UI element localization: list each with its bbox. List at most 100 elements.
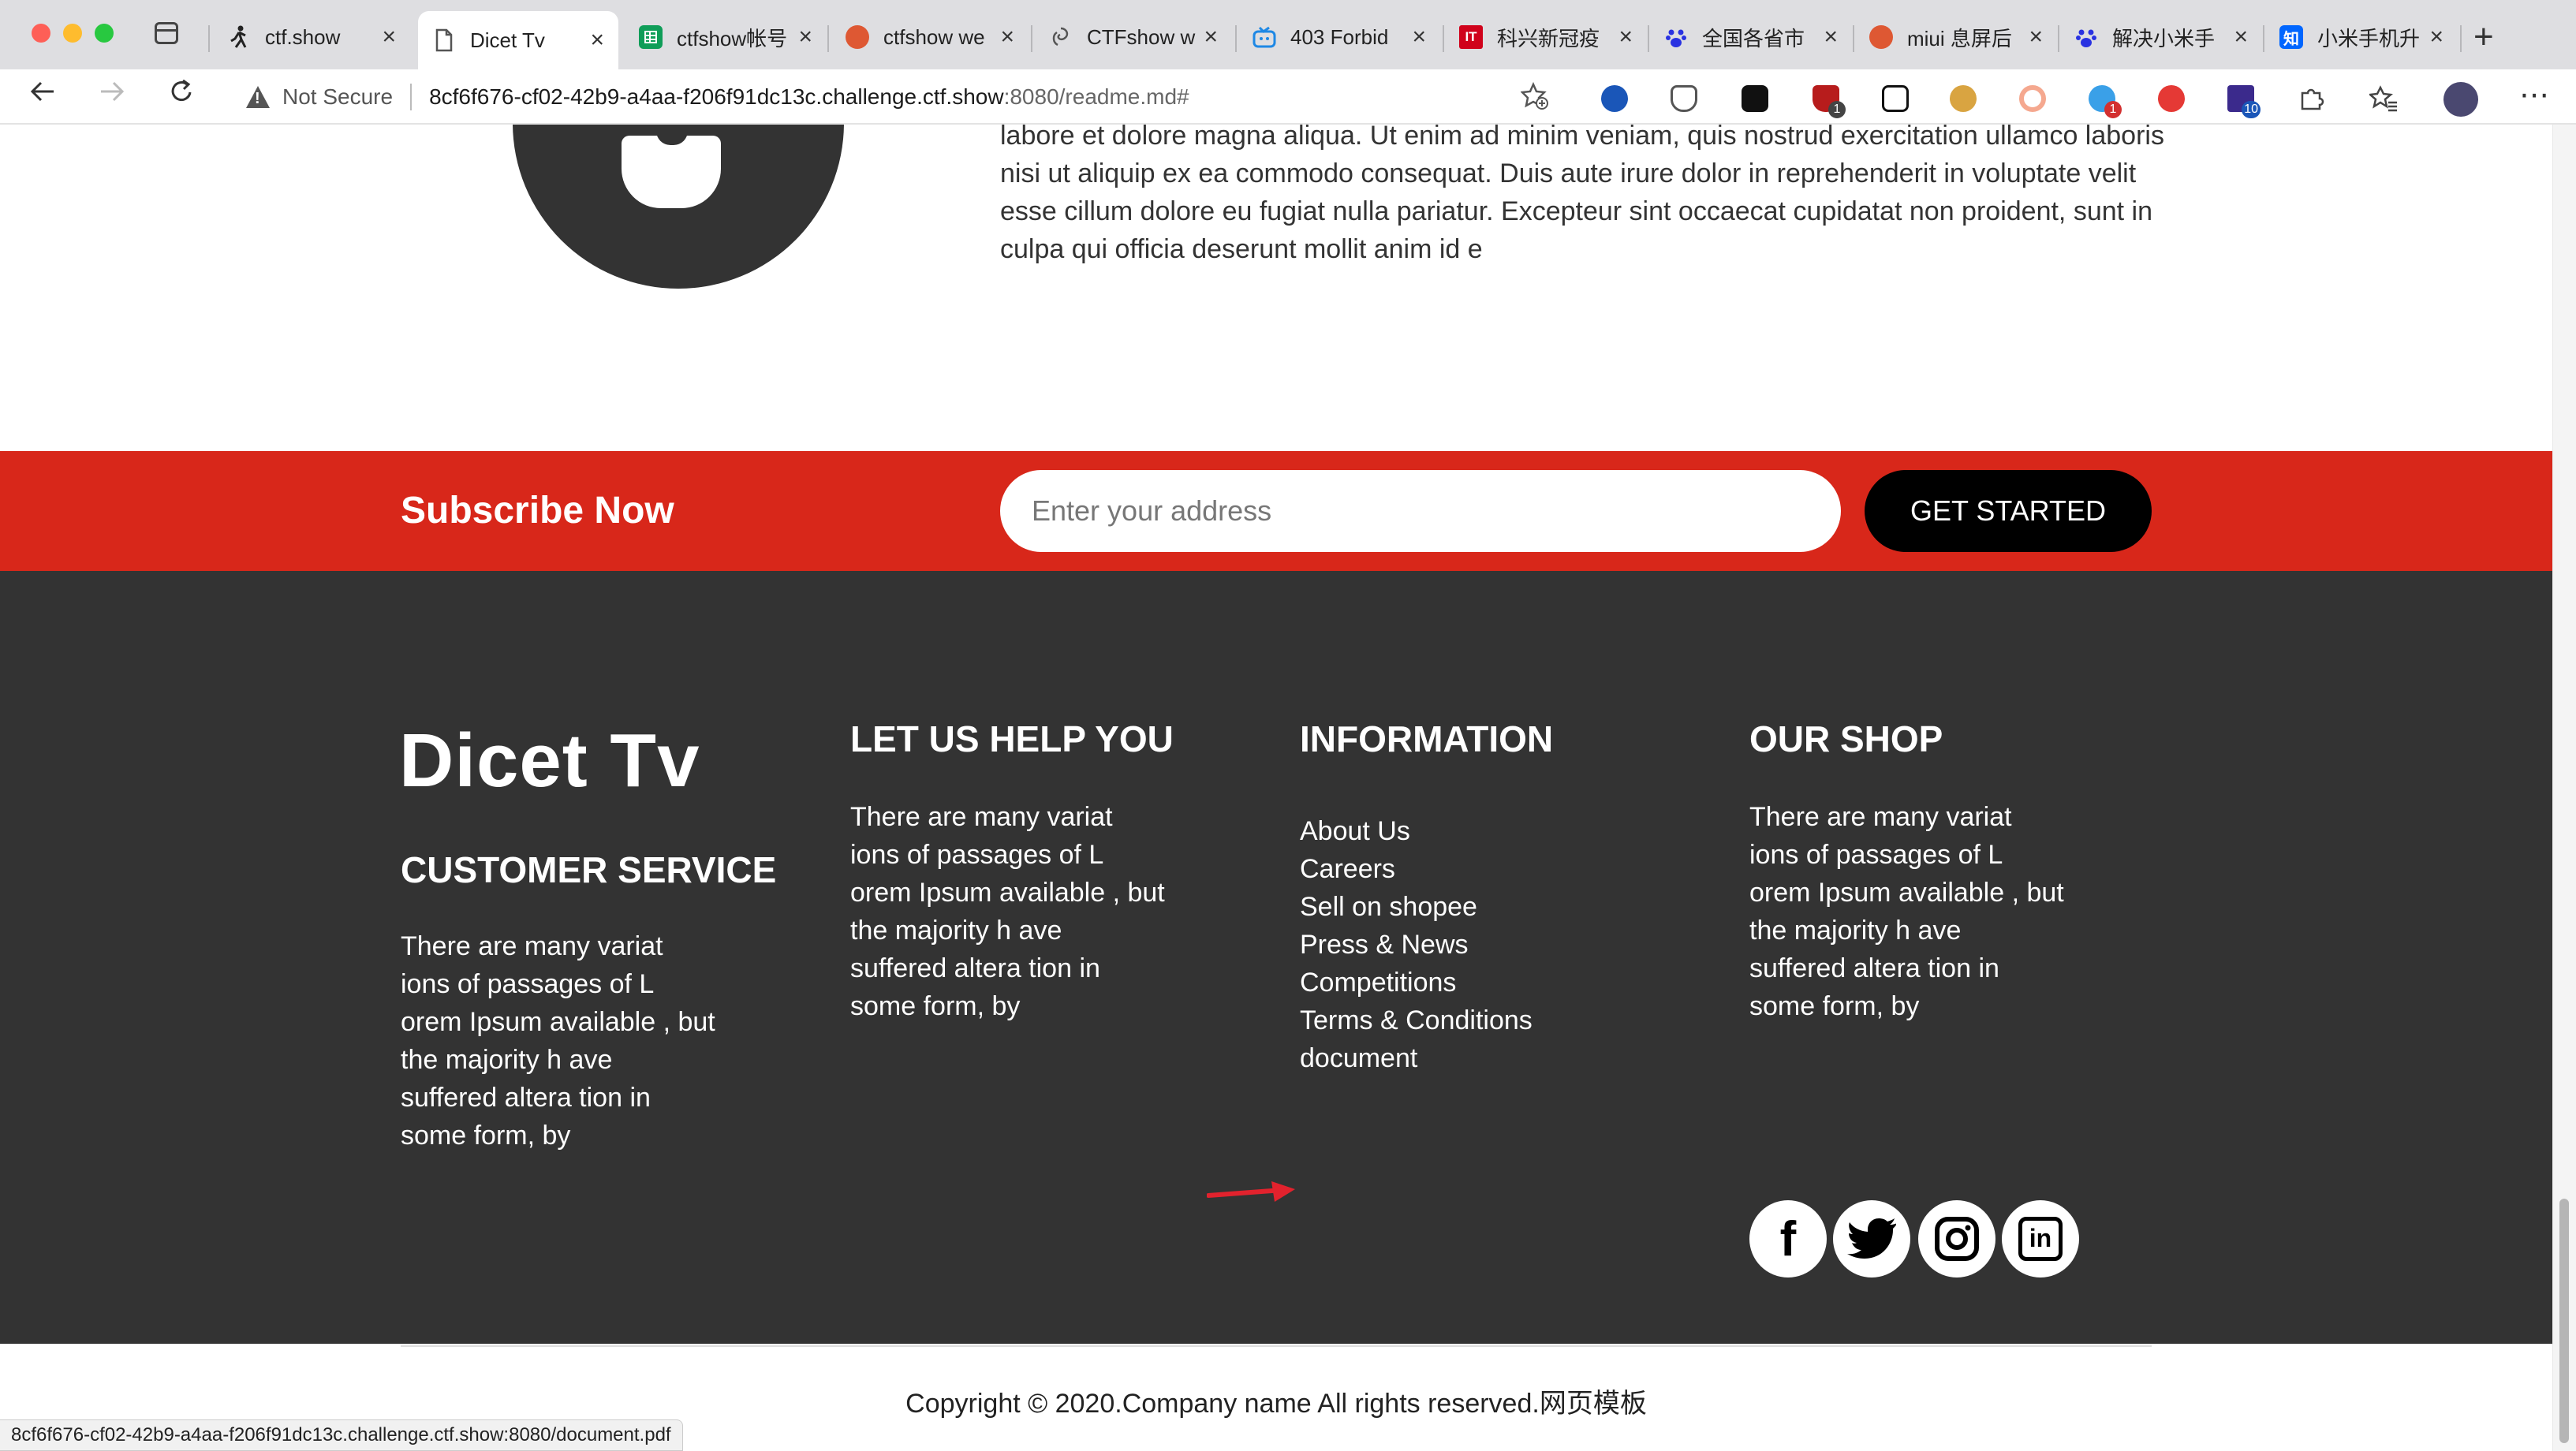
baidu-icon xyxy=(2074,25,2098,49)
minimize-window-button[interactable] xyxy=(63,24,82,43)
forward-button[interactable] xyxy=(98,77,126,114)
warning-icon xyxy=(246,86,270,108)
linkedin-glyph: in xyxy=(2018,1217,2063,1261)
subscribe-title: Subscribe Now xyxy=(401,490,674,532)
tab-close-icon[interactable]: × xyxy=(1824,24,1838,50)
tab-close-icon[interactable]: × xyxy=(590,27,604,54)
tab-close-icon[interactable]: × xyxy=(2029,24,2043,50)
colors-extension-icon[interactable] xyxy=(2158,85,2185,112)
reload-button[interactable] xyxy=(167,77,196,114)
tab-provinces[interactable]: 全国各省市 × xyxy=(1650,11,1852,63)
security-label[interactable]: Not Secure xyxy=(282,84,393,110)
link-press-news[interactable]: Press & News xyxy=(1300,930,1469,960)
scrollbar[interactable] xyxy=(2552,125,2576,1451)
tab-divider xyxy=(2058,25,2059,52)
shield-extension-icon[interactable] xyxy=(1671,85,1697,112)
tab-actions-icon[interactable] xyxy=(155,22,178,44)
add-favorite-icon[interactable] xyxy=(1520,81,1549,117)
safari-extension-icon[interactable] xyxy=(1601,85,1628,112)
swirl-icon xyxy=(1049,25,1073,49)
toolbox-extension-icon[interactable] xyxy=(1742,85,1768,112)
link-sell-on-shopee[interactable]: Sell on shopee xyxy=(1300,892,1477,922)
zhihu-icon: 知 xyxy=(2279,25,2303,49)
tab-xiaomi-fix[interactable]: 解决小米手 × xyxy=(2060,11,2262,63)
tab-close-icon[interactable]: × xyxy=(798,24,812,50)
linkedin-icon[interactable]: in xyxy=(2002,1200,2079,1278)
twitter-icon[interactable] xyxy=(1833,1200,1910,1278)
tab-divider xyxy=(1031,25,1032,52)
scrollbar-thumb[interactable] xyxy=(2559,1199,2569,1443)
maximize-window-button[interactable] xyxy=(95,24,114,43)
get-started-button[interactable]: GET STARTED xyxy=(1865,470,2152,552)
notion-extension-icon[interactable] xyxy=(1882,85,1909,112)
new-tab-button[interactable]: + xyxy=(2473,17,2494,57)
globe-extension-icon[interactable]: 1 xyxy=(2089,85,2122,118)
browser-titlebar: ctf.show × Dicet Tv × ctfshow帐号 × ctfsho… xyxy=(0,0,2576,69)
tab-miui[interactable]: miui 息屏后 × xyxy=(1855,11,2057,63)
tab-label: CTFshow w xyxy=(1087,24,1196,49)
url-divider xyxy=(410,84,413,110)
tab-label: Dicet Tv xyxy=(470,28,545,52)
back-button[interactable] xyxy=(28,77,57,114)
address-bar[interactable]: Not Secure 8cf6f676-cf02-42b9-a4aa-f206f… xyxy=(229,74,1570,120)
customer-service-text: There are many variat ions of passages o… xyxy=(401,931,715,1151)
link-terms-conditions[interactable]: Terms & Conditions xyxy=(1300,1005,1533,1035)
link-careers[interactable]: Careers xyxy=(1300,854,1395,884)
help-text: There are many variat ions of passages o… xyxy=(850,802,1165,1021)
help-title: LET US HELP YOU xyxy=(850,718,1174,759)
profile-avatar[interactable] xyxy=(2443,82,2478,117)
tab-close-icon[interactable]: × xyxy=(382,24,396,50)
stack-extension-icon[interactable]: 10 xyxy=(2227,85,2261,118)
close-window-button[interactable] xyxy=(32,24,50,43)
running-person-icon xyxy=(227,25,251,49)
tab-ctfshow-w[interactable]: CTFshow w × xyxy=(1035,11,1232,63)
tab-ctf-show[interactable]: ctf.show × xyxy=(213,11,410,63)
tab-label: ctfshow帐号 xyxy=(677,26,788,50)
tab-close-icon[interactable]: × xyxy=(1000,24,1014,50)
link-about-us[interactable]: About Us xyxy=(1300,816,1410,846)
tab-403-forbidden[interactable]: 403 Forbid × xyxy=(1238,11,1440,63)
favorites-icon[interactable] xyxy=(2368,85,2397,112)
duckduckgo-icon xyxy=(1869,25,1893,49)
list-item: Terms & Conditions xyxy=(1300,1002,1533,1039)
extension-badge: 10 xyxy=(2242,101,2261,118)
tab-label: 科兴新冠疫 xyxy=(1497,26,1600,50)
instagram-icon[interactable] xyxy=(1918,1200,1995,1278)
facebook-icon[interactable]: f xyxy=(1749,1200,1827,1278)
list-item: Sell on shopee xyxy=(1300,888,1533,926)
information-links: About Us Careers Sell on shopee Press & … xyxy=(1300,812,1533,1077)
tab-close-icon[interactable]: × xyxy=(2429,24,2443,50)
shop-text: There are many variat ions of passages o… xyxy=(1749,802,2064,1021)
url-host[interactable]: 8cf6f676-cf02-42b9-a4aa-f206f91dc13c.cha… xyxy=(429,84,1004,110)
document-icon xyxy=(432,28,456,52)
url-path[interactable]: :8080/readme.md# xyxy=(1004,84,1189,110)
list-item: About Us xyxy=(1300,812,1533,850)
tab-close-icon[interactable]: × xyxy=(1412,24,1426,50)
tab-ctfshow-account[interactable]: ctfshow帐号 × xyxy=(625,11,827,63)
browser-toolbar: Not Secure 8cf6f676-cf02-42b9-a4aa-f206f… xyxy=(0,69,2576,125)
subscribe-email-input[interactable] xyxy=(1000,470,1841,552)
ublock-extension-icon[interactable]: 1 xyxy=(1813,85,1846,118)
tab-xiaomi-upgrade[interactable]: 知 小米手机升 × xyxy=(2265,11,2458,63)
footer-brand-logo[interactable]: Dicet Tv xyxy=(399,718,700,804)
list-item: Press & News xyxy=(1300,926,1533,964)
page-viewport: labore et dolore magna aliqua. Ut enim a… xyxy=(0,125,2552,1451)
puzzle-extensions-icon[interactable] xyxy=(2298,85,2325,112)
tab-close-icon[interactable]: × xyxy=(1204,24,1218,50)
tab-close-icon[interactable]: × xyxy=(2234,24,2248,50)
information-title: INFORMATION xyxy=(1300,718,1554,759)
tab-close-icon[interactable]: × xyxy=(1618,24,1633,50)
link-competitions[interactable]: Competitions xyxy=(1300,968,1456,998)
tab-ctfshow-web[interactable]: ctfshow we × xyxy=(831,11,1029,63)
link-document[interactable]: document xyxy=(1300,1043,1417,1073)
cookie-extension-icon[interactable] xyxy=(1950,85,1977,112)
sheet-icon xyxy=(639,25,663,49)
list-item: Careers xyxy=(1300,850,1533,888)
tab-kexing-vaccine[interactable]: IT 科兴新冠疫 × xyxy=(1445,11,1647,63)
baidu-icon xyxy=(1664,25,1688,49)
more-options-icon[interactable]: ⋯ xyxy=(2519,77,2549,113)
circle-extension-icon[interactable] xyxy=(2019,85,2046,112)
tab-dicet-tv[interactable]: Dicet Tv × xyxy=(418,11,618,69)
status-bar-url: 8cf6f676-cf02-42b9-a4aa-f206f91dc13c.cha… xyxy=(0,1419,683,1451)
tab-divider xyxy=(208,25,210,52)
